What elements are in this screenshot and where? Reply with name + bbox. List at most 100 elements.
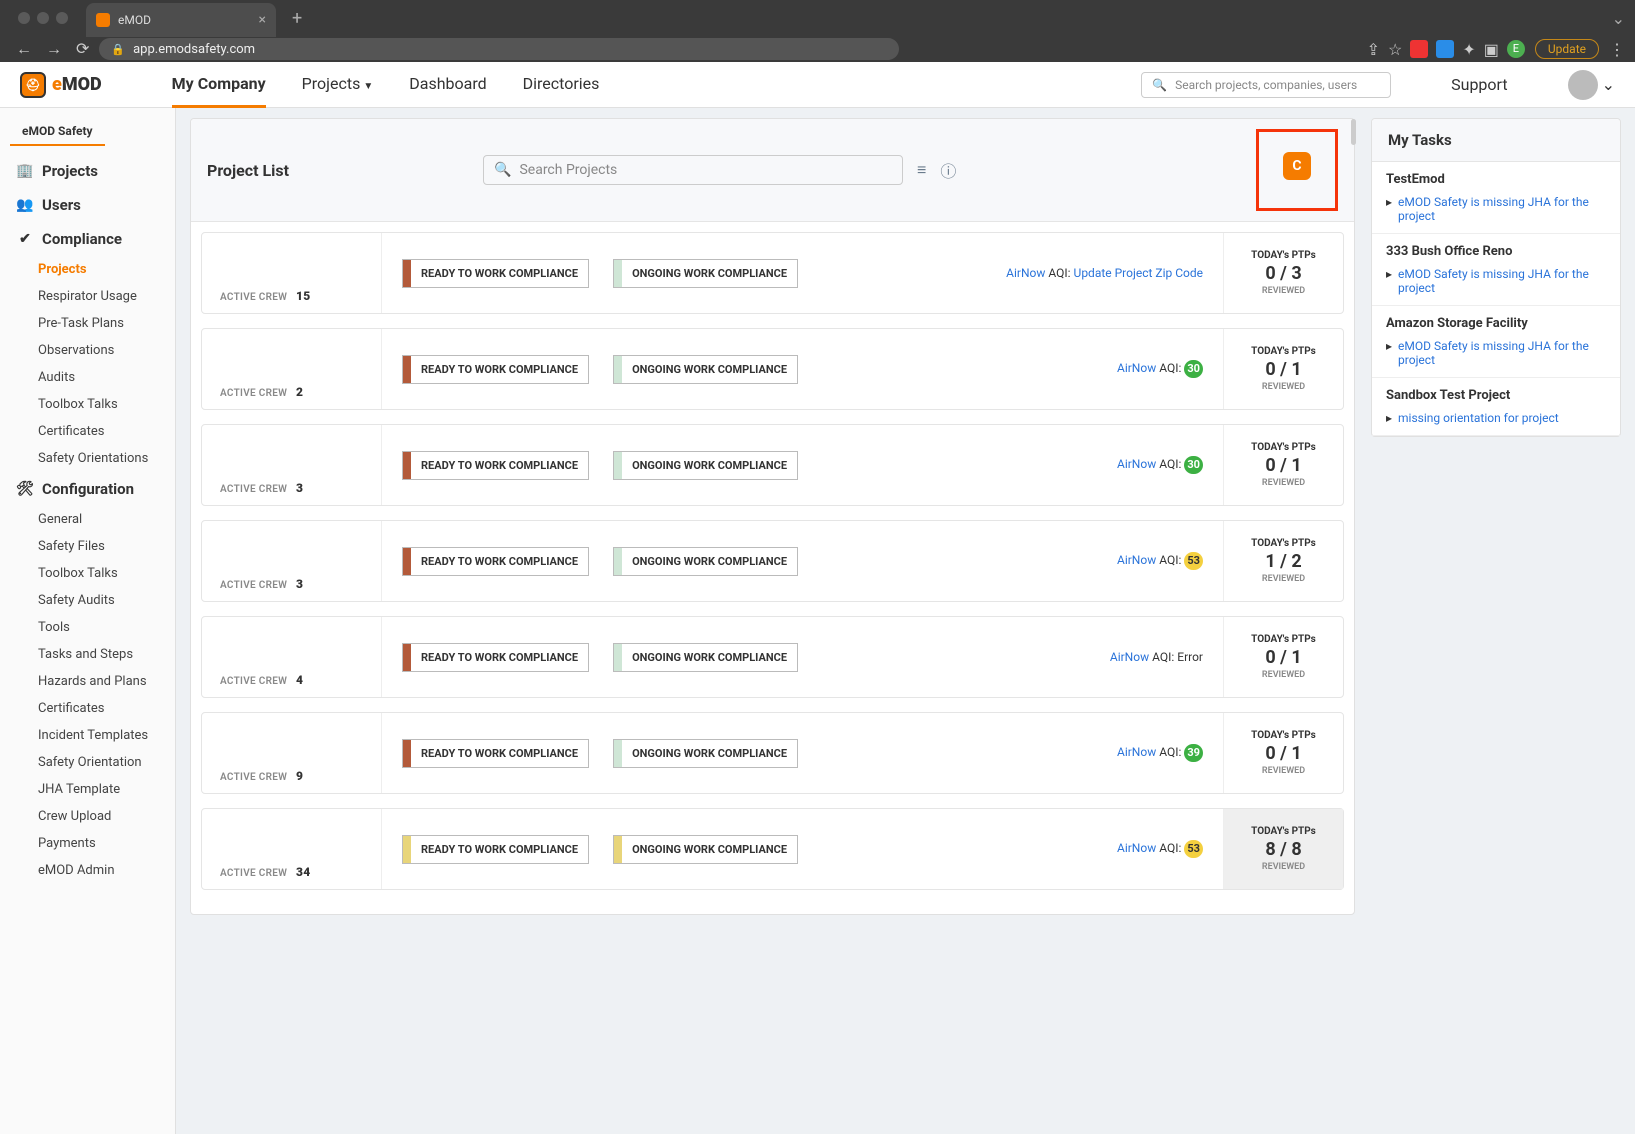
update-zip-link[interactable]: Update Project Zip Code	[1074, 266, 1203, 280]
tab-title: eMOD	[118, 13, 151, 27]
airnow-link[interactable]: AirNow	[1110, 650, 1149, 664]
sidebar-item-incident-templates[interactable]: Incident Templates	[10, 722, 175, 749]
airnow-link[interactable]: AirNow	[1117, 745, 1156, 759]
highlighted-action: C	[1256, 129, 1338, 211]
browser-menu-icon[interactable]: ⋮	[1609, 40, 1625, 59]
sidebar-group-compliance[interactable]: ✔Compliance	[10, 222, 175, 256]
aqi-info: AirNow AQI: Update Project Zip Code	[1006, 266, 1203, 280]
ptp-count: 8 / 8	[1265, 839, 1301, 860]
project-card[interactable]: ACTIVE CREW 3READY TO WORK COMPLIANCEONG…	[201, 520, 1344, 602]
ready-compliance-button[interactable]: READY TO WORK COMPLIANCE	[402, 547, 589, 576]
sidebar-item-toolbox-talks[interactable]: Toolbox Talks	[10, 391, 175, 418]
address-bar[interactable]: 🔒 app.emodsafety.com	[99, 38, 899, 60]
nav-tab-my-company[interactable]: My Company	[172, 62, 266, 108]
sidebar-item-pre-task-plans[interactable]: Pre-Task Plans	[10, 310, 175, 337]
aqi-badge: 53	[1184, 552, 1203, 570]
sidebar-item-projects[interactable]: Projects	[10, 256, 175, 283]
sidebar-company[interactable]: eMOD Safety	[10, 118, 105, 146]
sidebar-item-emod-admin[interactable]: eMOD Admin	[10, 857, 175, 884]
project-card[interactable]: ACTIVE CREW 2READY TO WORK COMPLIANCEONG…	[201, 328, 1344, 410]
airnow-link[interactable]: AirNow	[1117, 457, 1156, 471]
ongoing-compliance-button[interactable]: ONGOING WORK COMPLIANCE	[613, 451, 798, 480]
sidebar-item-certificates[interactable]: Certificates	[10, 418, 175, 445]
close-tab-icon[interactable]: ×	[259, 12, 266, 28]
project-card[interactable]: ACTIVE CREW 15READY TO WORK COMPLIANCEON…	[201, 232, 1344, 314]
ongoing-compliance-button[interactable]: ONGOING WORK COMPLIANCE	[613, 739, 798, 768]
sidebar-item-certificates[interactable]: Certificates	[10, 695, 175, 722]
new-tab-button[interactable]: +	[284, 8, 310, 29]
ptp-count: 0 / 1	[1265, 647, 1301, 668]
tabs-dropdown-icon[interactable]: ⌄	[1612, 9, 1625, 28]
sidebar-group-projects[interactable]: 🏢Projects	[10, 154, 175, 188]
sidebar-item-audits[interactable]: Audits	[10, 364, 175, 391]
airnow-link[interactable]: AirNow	[1117, 553, 1156, 567]
ready-compliance-button[interactable]: READY TO WORK COMPLIANCE	[402, 259, 589, 288]
sidebar-item-safety-orientations[interactable]: Safety Orientations	[10, 445, 175, 472]
update-button[interactable]: Update	[1535, 39, 1599, 59]
task-link[interactable]: eMOD Safety is missing JHA for the proje…	[1398, 195, 1606, 223]
help-icon[interactable]: ⓘ	[940, 158, 956, 182]
aqi-info: AirNow AQI: 39	[1117, 744, 1203, 762]
sidebar-item-observations[interactable]: Observations	[10, 337, 175, 364]
ongoing-compliance-button[interactable]: ONGOING WORK COMPLIANCE	[613, 355, 798, 384]
sidebar-item-crew-upload[interactable]: Crew Upload	[10, 803, 175, 830]
ongoing-compliance-button[interactable]: ONGOING WORK COMPLIANCE	[613, 259, 798, 288]
nav-tab-projects[interactable]: Projects▼	[302, 62, 374, 108]
ready-compliance-button[interactable]: READY TO WORK COMPLIANCE	[402, 355, 589, 384]
sidebar-item-safety-orientation[interactable]: Safety Orientation	[10, 749, 175, 776]
sidebar-item-hazards-and-plans[interactable]: Hazards and Plans	[10, 668, 175, 695]
sidebar-group-configuration[interactable]: 🛠Configuration	[10, 472, 175, 506]
project-card[interactable]: ACTIVE CREW 9READY TO WORK COMPLIANCEONG…	[201, 712, 1344, 794]
task-link[interactable]: missing orientation for project	[1398, 411, 1559, 425]
sidebar-group-users[interactable]: 👥Users	[10, 188, 175, 222]
project-card[interactable]: ACTIVE CREW 4READY TO WORK COMPLIANCEONG…	[201, 616, 1344, 698]
ongoing-compliance-button[interactable]: ONGOING WORK COMPLIANCE	[613, 835, 798, 864]
airnow-link[interactable]: AirNow	[1117, 841, 1156, 855]
sidebar-item-jha-template[interactable]: JHA Template	[10, 776, 175, 803]
app-logo[interactable]: ⛑ eMOD	[20, 72, 102, 98]
airnow-link[interactable]: AirNow	[1117, 361, 1156, 375]
chevron-down-icon: ▼	[363, 81, 373, 92]
airnow-link[interactable]: AirNow	[1006, 266, 1045, 280]
forward-button[interactable]: →	[46, 39, 62, 59]
ready-compliance-button[interactable]: READY TO WORK COMPLIANCE	[402, 451, 589, 480]
sidebar-item-safety-files[interactable]: Safety Files	[10, 533, 175, 560]
back-button[interactable]: ←	[16, 39, 32, 59]
ptp-summary: TODAY's PTPs0 / 1REVIEWED	[1223, 329, 1343, 409]
browser-tab[interactable]: eMOD ×	[86, 3, 276, 37]
project-card[interactable]: ACTIVE CREW 3READY TO WORK COMPLIANCEONG…	[201, 424, 1344, 506]
sidebar-item-tools[interactable]: Tools	[10, 614, 175, 641]
nav-tab-directories[interactable]: Directories	[523, 62, 600, 108]
filter-icon[interactable]: ≡	[917, 160, 926, 180]
ready-compliance-button[interactable]: READY TO WORK COMPLIANCE	[402, 739, 589, 768]
task-link[interactable]: eMOD Safety is missing JHA for the proje…	[1398, 267, 1606, 295]
ptp-count: 0 / 1	[1265, 455, 1301, 476]
ready-compliance-button[interactable]: READY TO WORK COMPLIANCE	[402, 643, 589, 672]
task-link[interactable]: eMOD Safety is missing JHA for the proje…	[1398, 339, 1606, 367]
reload-button[interactable]: ⟳	[76, 39, 89, 59]
nav-tab-dashboard[interactable]: Dashboard	[409, 62, 486, 108]
sidebar-item-tasks-and-steps[interactable]: Tasks and Steps	[10, 641, 175, 668]
ongoing-compliance-button[interactable]: ONGOING WORK COMPLIANCE	[613, 547, 798, 576]
global-search-input[interactable]: 🔍 Search projects, companies, users	[1141, 72, 1391, 98]
search-icon: 🔍	[494, 162, 511, 178]
project-card[interactable]: ACTIVE CREW 34READY TO WORK COMPLIANCEON…	[201, 808, 1344, 890]
ready-compliance-button[interactable]: READY TO WORK COMPLIANCE	[402, 835, 589, 864]
sidebar-item-respirator-usage[interactable]: Respirator Usage	[10, 283, 175, 310]
sidebar: eMOD Safety 🏢Projects👥Users✔CompliancePr…	[0, 108, 176, 1134]
extensions[interactable]: ⇪ ☆ ✦ ▣ E	[1367, 40, 1525, 59]
app-badge-icon[interactable]: C	[1283, 152, 1311, 180]
sidebar-item-toolbox-talks[interactable]: Toolbox Talks	[10, 560, 175, 587]
project-search-input[interactable]: 🔍 Search Projects	[483, 155, 903, 185]
aqi-badge: 39	[1184, 744, 1203, 762]
scrollbar[interactable]	[1351, 119, 1356, 145]
sidebar-item-payments[interactable]: Payments	[10, 830, 175, 857]
ongoing-compliance-button[interactable]: ONGOING WORK COMPLIANCE	[613, 643, 798, 672]
task-group: Amazon Storage Facility▸eMOD Safety is m…	[1372, 306, 1620, 378]
window-controls[interactable]	[10, 12, 78, 24]
user-menu[interactable]: ⌄	[1568, 70, 1615, 100]
sidebar-item-general[interactable]: General	[10, 506, 175, 533]
sidebar-item-safety-audits[interactable]: Safety Audits	[10, 587, 175, 614]
support-link[interactable]: Support	[1451, 75, 1507, 94]
my-tasks-panel: My Tasks TestEmod▸eMOD Safety is missing…	[1371, 118, 1621, 437]
